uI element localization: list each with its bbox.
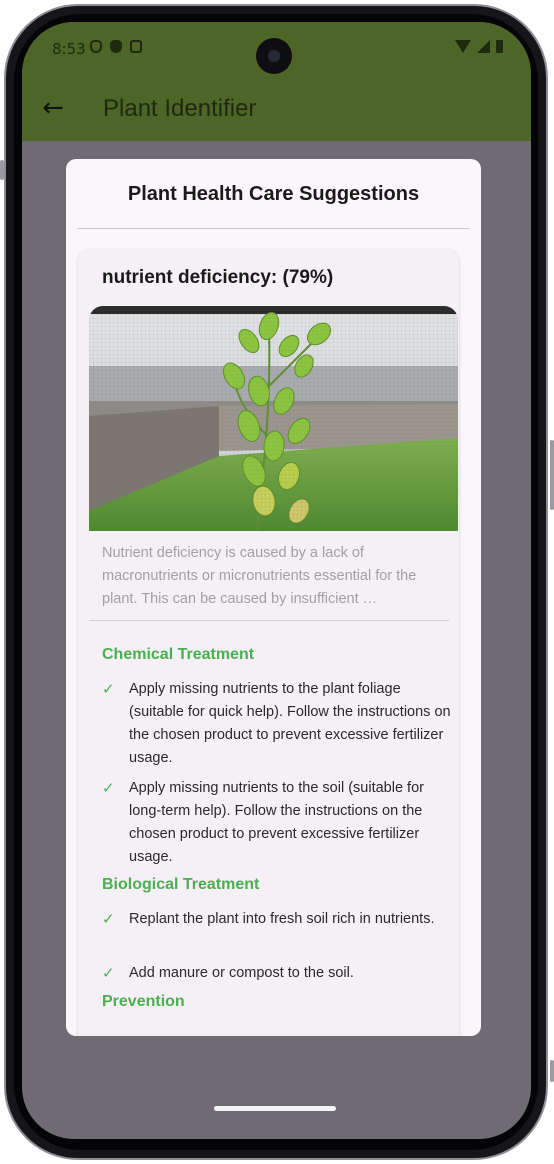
app-title: Plant Identifier [103, 95, 257, 122]
side-button [550, 1060, 554, 1082]
power-button [550, 440, 554, 510]
wifi-icon [455, 40, 471, 53]
section-title-biological: Biological Treatment [102, 876, 260, 893]
treatment-text: Add manure or compost to the soil. [129, 965, 354, 981]
disease-description: Nutrient deficiency is caused by a lack … [102, 545, 417, 607]
shield-outline-icon [90, 40, 102, 53]
treatment-text: Apply missing nutrients to the plant fol… [129, 681, 451, 766]
section-title-prevention: Prevention [102, 993, 185, 1010]
a-box-icon [130, 40, 142, 53]
check-icon: ✓ [102, 910, 115, 928]
disease-title: nutrient deficiency: (79%) [102, 267, 334, 288]
treatment-item: ✓ Apply missing nutrients to the plant f… [102, 678, 452, 770]
dialog-title: Plant Health Care Suggestions [127, 183, 420, 205]
check-icon: ✓ [102, 779, 115, 797]
treatment-item: ✓ Replant the plant into fresh soil rich… [102, 908, 452, 931]
status-left-icons [90, 40, 142, 53]
signal-icon [477, 40, 490, 53]
treatment-text: Replant the plant into fresh soil rich i… [129, 911, 435, 927]
plant-photo-image [89, 306, 458, 531]
gesture-nav-bar[interactable] [214, 1106, 336, 1111]
battery-icon [496, 40, 503, 53]
status-time: 8:53 [52, 40, 86, 58]
section-title-chemical: Chemical Treatment [102, 646, 255, 663]
shield-filled-icon [110, 40, 122, 53]
disease-card[interactable]: nutrient deficiency: (79%) Nutrient defi… [78, 249, 459, 1036]
treatment-item: ✓ Add manure or compost to the soil. [102, 962, 452, 985]
volume-button [0, 160, 4, 180]
screen: 8:53 ← Plant Identifier Plant Health Car… [22, 22, 531, 1139]
divider [89, 620, 449, 621]
app-bar: 8:53 ← Plant Identifier [22, 22, 531, 141]
treatment-text: Apply missing nutrients to the soil (sui… [129, 780, 424, 865]
health-suggestions-dialog: Plant Health Care Suggestions nutrient d… [66, 159, 481, 1036]
front-camera [256, 38, 292, 74]
plant-photo [89, 306, 458, 531]
check-icon: ✓ [102, 680, 115, 698]
arrow-left-icon[interactable]: ← [38, 94, 68, 124]
treatment-item: ✓ Apply missing nutrients to the soil (s… [102, 777, 452, 869]
check-icon: ✓ [102, 964, 115, 982]
status-right-icons [455, 40, 503, 53]
divider [77, 228, 470, 229]
